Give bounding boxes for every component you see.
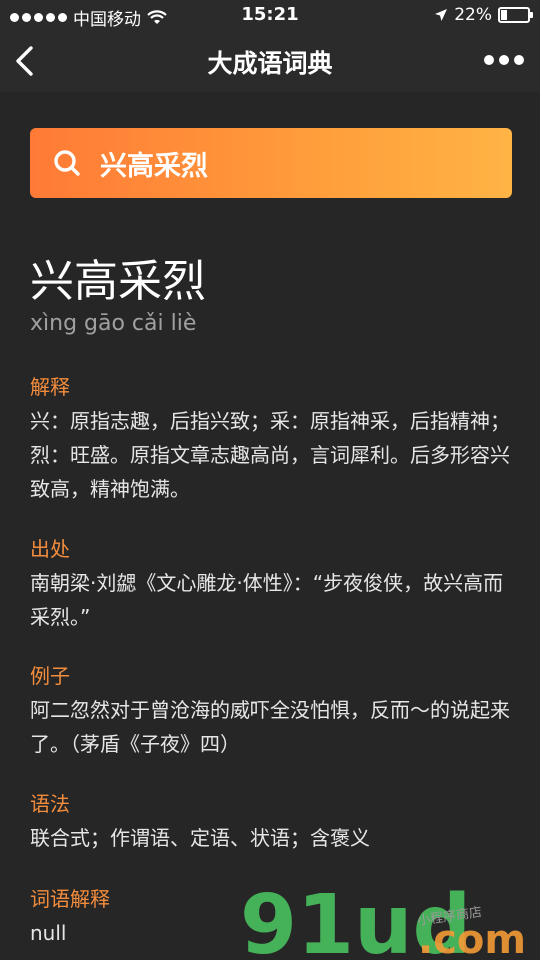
section-label: 例子 bbox=[30, 664, 70, 688]
section-source: 出处 南朝梁·刘勰《文心雕龙·体性》：“步夜俊侠，故兴高而采烈。” bbox=[30, 534, 512, 634]
section-example: 例子 阿二忽然对于曾沧海的威吓全没怕惧，反而～的说起来了。（茅盾《子夜》四） bbox=[30, 661, 512, 761]
search-icon bbox=[54, 150, 80, 176]
section-label: 解释 bbox=[30, 375, 70, 399]
nav-title: 大成语词典 bbox=[207, 49, 333, 78]
battery-fill bbox=[501, 10, 507, 20]
status-right: 22% bbox=[434, 5, 533, 25]
section-grammar: 语法 联合式；作谓语、定语、状语；含褒义 bbox=[30, 789, 512, 855]
search-bar[interactable]: 兴高采烈 bbox=[30, 128, 512, 198]
section-text: 南朝梁·刘勰《文心雕龙·体性》：“步夜俊侠，故兴高而采烈。” bbox=[30, 571, 504, 629]
section-text: 阿二忽然对于曾沧海的威吓全没怕惧，反而～的说起来了。（茅盾《子夜》四） bbox=[30, 698, 510, 756]
more-options-icon[interactable] bbox=[484, 55, 524, 65]
search-query: 兴高采烈 bbox=[100, 150, 208, 182]
section-text: 兴：原指志趣，后指兴致；采：原指神采，后指精神；烈：旺盛。原指文章志趣高尚，言词… bbox=[30, 409, 510, 501]
section-text: 联合式；作谓语、定语、状语；含褒义 bbox=[30, 826, 370, 850]
idiom-title: 兴高采烈 bbox=[30, 256, 206, 307]
section-explanation: 解释 兴：原指志趣，后指兴致；采：原指神采，后指精神；烈：旺盛。原指文章志趣高尚… bbox=[30, 372, 512, 506]
watermark-logo: 91ud .com 小程序商店 bbox=[240, 885, 526, 960]
section-label: 语法 bbox=[30, 792, 70, 816]
battery-icon bbox=[498, 7, 533, 23]
location-arrow-icon bbox=[435, 9, 448, 21]
section-label: 出处 bbox=[30, 537, 70, 561]
idiom-pinyin: xìng gāo cǎi liè bbox=[30, 311, 197, 336]
nav-bar: 大成语词典 bbox=[0, 30, 540, 92]
battery-percent: 22% bbox=[454, 5, 492, 25]
status-bar: 中国移动 15:21 22% bbox=[0, 0, 540, 30]
